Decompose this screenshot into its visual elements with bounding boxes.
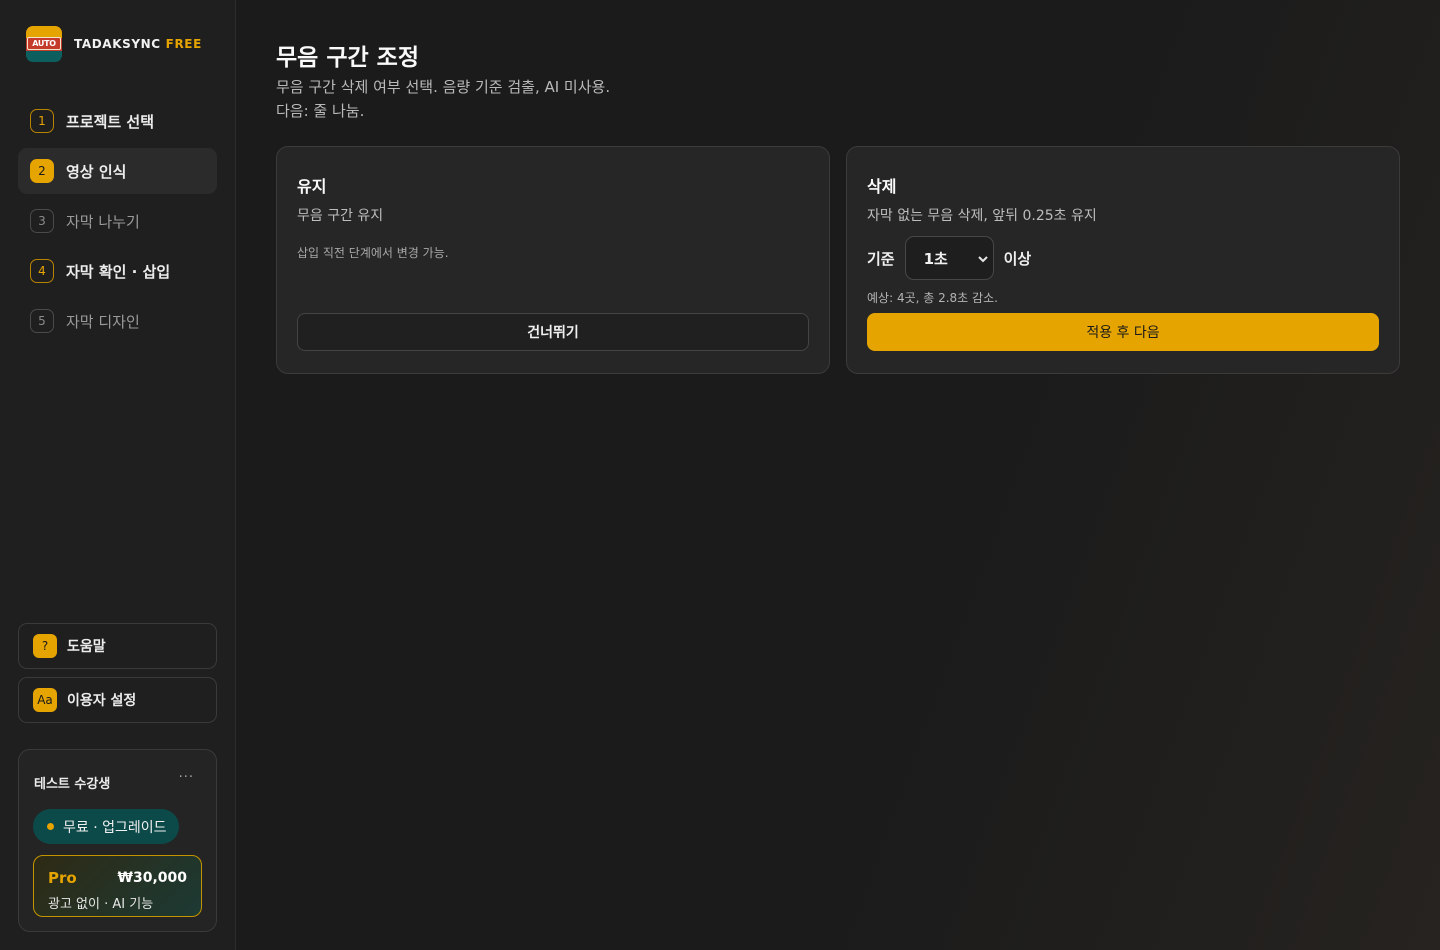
brand-name: TADAKSYNC [74, 37, 161, 51]
pro-price: ₩30,000 [117, 870, 187, 886]
pro-title: Pro [48, 869, 77, 887]
step-number: 5 [30, 309, 54, 333]
card-title: 유지 [297, 177, 327, 196]
step-label: 자막 나누기 [66, 212, 140, 231]
criteria-row: 기준 1초 이상 [867, 236, 1031, 280]
step-number: 3 [30, 209, 54, 233]
help-icon: ? [33, 634, 57, 658]
criteria-label: 기준 [867, 249, 895, 268]
plan-label: 무료 · 업그레이드 [63, 819, 167, 836]
step-item-video-recognition[interactable]: 2 영상 인식 [18, 148, 217, 194]
brand-tier: FREE [165, 37, 202, 51]
step-label: 프로젝트 선택 [66, 112, 155, 131]
threshold-select[interactable]: 1초 [904, 236, 994, 280]
page-subtitle: 무음 구간 삭제 여부 선택. 음량 기준 검출, AI 미사용. 다음: 줄 … [276, 75, 610, 123]
step-item-subtitle-split[interactable]: 3 자막 나누기 [18, 198, 217, 244]
step-label: 영상 인식 [66, 162, 127, 181]
help-button[interactable]: ? 도움말 [18, 623, 217, 669]
skip-button[interactable]: 건너뛰기 [297, 313, 809, 351]
app-logo: AUTO [26, 26, 62, 62]
brand[interactable]: AUTO TADAKSYNC FREE [26, 26, 202, 62]
step-number: 4 [30, 259, 54, 283]
step-item-project-select[interactable]: 1 프로젝트 선택 [18, 98, 217, 144]
chevron-down-icon [977, 249, 989, 272]
delete-option-card: 삭제 자막 없는 무음 삭제, 앞뒤 0.25초 유지 기준 1초 이상 예상:… [846, 146, 1400, 374]
more-options-icon[interactable]: ··· [179, 770, 194, 785]
help-label: 도움말 [67, 639, 106, 655]
step-nav: 1 프로젝트 선택 2 영상 인식 3 자막 나누기 4 자막 확인 · 삽입 … [18, 98, 217, 348]
step-item-subtitle-design[interactable]: 5 자막 디자인 [18, 298, 217, 344]
user-settings-label: 이용자 설정 [67, 693, 137, 709]
page-title: 무음 구간 조정 [276, 45, 419, 71]
step-number: 1 [30, 109, 54, 133]
estimate-text: 예상: 4곳, 총 2.8초 감소. [867, 291, 998, 305]
step-number: 2 [30, 159, 54, 183]
subtitle-line: 무음 구간 삭제 여부 선택. 음량 기준 검출, AI 미사용. [276, 78, 611, 96]
pro-description: 광고 없이 · AI 기능 [48, 897, 154, 912]
criteria-suffix: 이상 [1003, 249, 1032, 268]
step-item-subtitle-review[interactable]: 4 자막 확인 · 삽입 [18, 248, 217, 294]
subtitle-line: 다음: 줄 나눔. [276, 102, 365, 120]
keep-option-card: 유지 무음 구간 유지 삽입 직전 단계에서 변경 가능. 건너뛰기 [276, 146, 830, 374]
user-card: 테스트 수강생 ··· 무료 · 업그레이드 Pro ₩30,000 광고 없이… [18, 749, 217, 932]
logo-text: AUTO [27, 37, 61, 50]
card-title: 삭제 [867, 177, 897, 196]
step-label: 자막 디자인 [66, 312, 140, 331]
user-settings-button[interactable]: Aa 이용자 설정 [18, 677, 217, 723]
pro-upgrade-card[interactable]: Pro ₩30,000 광고 없이 · AI 기능 [33, 855, 202, 917]
main-content: 무음 구간 조정 무음 구간 삭제 여부 선택. 음량 기준 검출, AI 미사… [236, 0, 1440, 950]
font-settings-icon: Aa [33, 688, 57, 712]
card-description: 자막 없는 무음 삭제, 앞뒤 0.25초 유지 [867, 208, 1097, 224]
plan-upgrade-button[interactable]: 무료 · 업그레이드 [33, 809, 179, 844]
card-description: 무음 구간 유지 [297, 208, 384, 224]
step-label: 자막 확인 · 삽입 [66, 262, 171, 281]
user-name: 테스트 수강생 [34, 777, 111, 792]
threshold-value: 1초 [923, 249, 948, 268]
status-dot-icon [47, 823, 54, 830]
apply-next-button[interactable]: 적용 후 다음 [867, 313, 1379, 351]
card-note: 삽입 직전 단계에서 변경 가능. [297, 246, 449, 260]
sidebar: AUTO TADAKSYNC FREE 1 프로젝트 선택 2 영상 인식 3 … [0, 0, 236, 950]
